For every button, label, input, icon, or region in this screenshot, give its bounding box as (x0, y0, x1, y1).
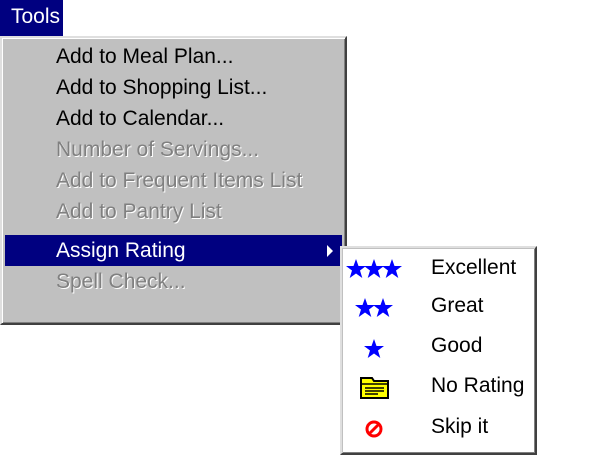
tools-menu: Add to Meal Plan... Add to Shopping List… (0, 36, 347, 325)
menu-item-spell-check: Spell Check... (56, 270, 186, 293)
two-stars-icon (345, 287, 409, 327)
submenu-item-excellent-label: Excellent (431, 256, 517, 279)
folder-icon (345, 367, 409, 407)
prohibited-icon (345, 408, 409, 448)
menu-item-add-to-meal-plan[interactable]: Add to Meal Plan... (5, 41, 342, 72)
submenu-item-good-label: Good (431, 334, 483, 357)
submenu-item-skip-it[interactable]: Skip it (345, 408, 532, 448)
tools-menu-title[interactable]: Tools (0, 0, 63, 36)
menu-item-add-to-pantry-list: Add to Pantry List (56, 200, 222, 223)
submenu-item-skip-it-label: Skip it (431, 415, 489, 438)
one-star-icon (345, 327, 409, 367)
submenu-item-good[interactable]: Good (345, 327, 532, 367)
menu-item-assign-rating[interactable]: Assign Rating (5, 235, 342, 266)
submenu-item-great-label: Great (431, 294, 484, 317)
menu-item-add-to-frequent-items: Add to Frequent Items List (56, 169, 303, 192)
menu-item-number-of-servings: Number of Servings... (56, 138, 260, 161)
submenu-item-no-rating[interactable]: No Rating (345, 367, 532, 407)
submenu-item-no-rating-label: No Rating (431, 374, 525, 397)
three-stars-icon (345, 249, 409, 289)
assign-rating-submenu: Excellent Great Good No Rating Skip it (340, 246, 537, 455)
menu-item-assign-rating-label: Assign Rating (56, 239, 186, 262)
menu-item-add-to-shopping-list[interactable]: Add to Shopping List... (5, 72, 342, 103)
submenu-item-excellent[interactable]: Excellent (345, 249, 532, 289)
submenu-item-great[interactable]: Great (345, 287, 532, 327)
submenu-arrow-icon (327, 245, 333, 257)
menu-item-add-to-calendar[interactable]: Add to Calendar... (5, 103, 342, 134)
